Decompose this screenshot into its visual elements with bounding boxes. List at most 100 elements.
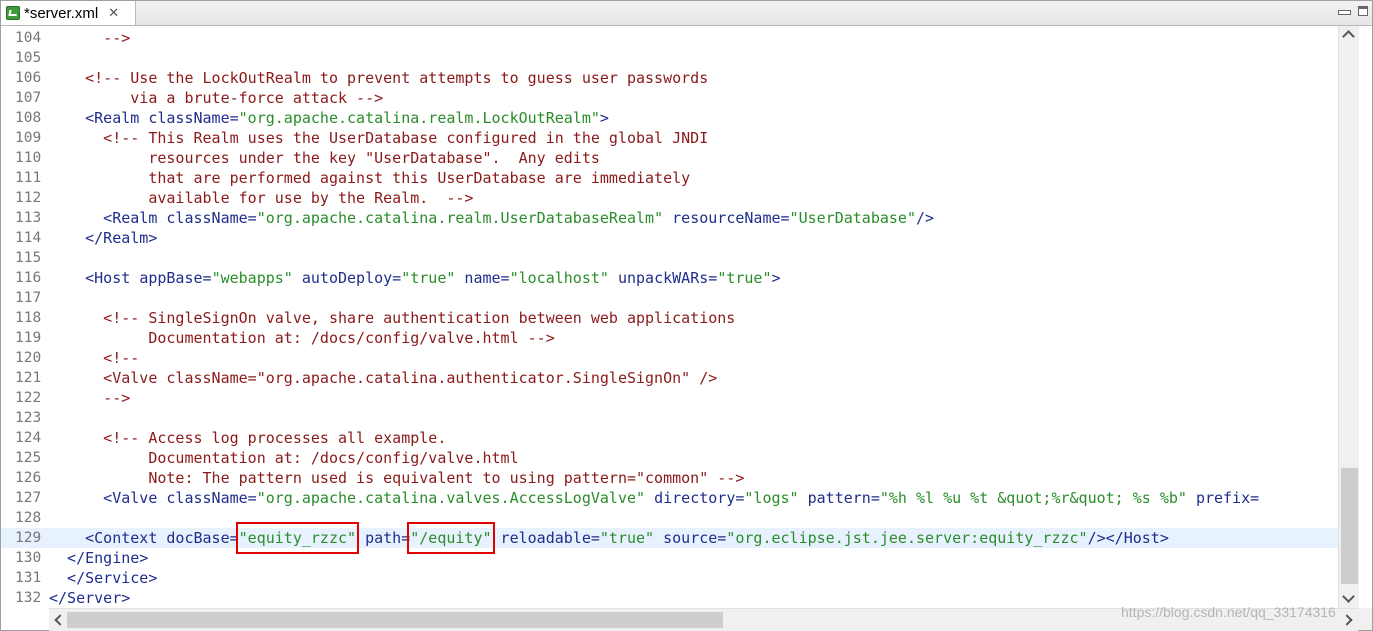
code-token: Documentation at: /docs/config/valve.htm… xyxy=(49,329,555,347)
line-number: 113 xyxy=(15,210,42,226)
line-number: 105 xyxy=(15,50,42,66)
code-token: <!-- Access log processes all example. xyxy=(49,429,447,447)
line-number: 108 xyxy=(15,110,42,126)
code-token: "true" xyxy=(401,269,456,287)
horizontal-scroll-thumb[interactable] xyxy=(67,612,723,628)
minimize-button[interactable] xyxy=(1335,3,1353,21)
code-token: <Valve className="org.apache.catalina.au… xyxy=(49,369,718,387)
code-line[interactable]: 130 </Engine> xyxy=(1,548,1338,568)
line-number: 128 xyxy=(15,510,42,526)
code-text: </Engine> xyxy=(49,548,148,568)
code-text: <Realm className="org.apache.catalina.re… xyxy=(49,108,609,128)
code-line[interactable]: 108 <Realm className="org.apache.catalin… xyxy=(1,108,1338,128)
code-token: --> xyxy=(49,389,131,407)
code-token: prefix= xyxy=(1195,489,1260,507)
code-line[interactable]: 111 that are performed against this User… xyxy=(1,168,1338,188)
code-token: "org.eclipse.jst.jee.server:equity_rzzc" xyxy=(726,529,1088,547)
code-line[interactable]: 114 </Realm> xyxy=(1,228,1338,248)
scrollbar-corner xyxy=(1358,608,1372,630)
code-text: Note: The pattern used is equivalent to … xyxy=(49,468,744,488)
code-line[interactable]: 113 <Realm className="org.apache.catalin… xyxy=(1,208,1338,228)
code-text: </Server> xyxy=(49,588,130,608)
code-line[interactable]: 115 xyxy=(1,248,1338,268)
code-line[interactable]: 112 available for use by the Realm. --> xyxy=(1,188,1338,208)
code-token: Documentation at: /docs/config/valve.htm… xyxy=(49,449,519,467)
scroll-right-icon[interactable] xyxy=(1340,609,1358,631)
code-token: available for use by the Realm. --> xyxy=(49,189,474,207)
code-token: docBase= xyxy=(166,529,239,547)
code-token: <!-- Use the LockOutRealm to prevent att… xyxy=(49,69,709,87)
code-line[interactable]: 119 Documentation at: /docs/config/valve… xyxy=(1,328,1338,348)
code-line[interactable]: 118 <!-- SingleSignOn valve, share authe… xyxy=(1,308,1338,328)
vertical-scrollbar[interactable] xyxy=(1338,26,1359,608)
code-line[interactable]: 128 xyxy=(1,508,1338,528)
code-line[interactable]: 123 xyxy=(1,408,1338,428)
code-line[interactable]: 104 --> xyxy=(1,28,1338,48)
code-line[interactable]: 116 <Host appBase="webapps" autoDeploy="… xyxy=(1,268,1338,288)
code-token: autoDeploy= xyxy=(292,269,402,287)
line-number: 114 xyxy=(15,230,42,246)
code-editor[interactable]: 104 --> 105 106 <!-- Use the LockOutRealm … xyxy=(1,26,1338,608)
code-token: className= xyxy=(166,489,257,507)
code-line[interactable]: 121 <Valve className="org.apache.catalin… xyxy=(1,368,1338,388)
tab-title: *server.xml xyxy=(24,4,99,22)
code-text: <Realm className="org.apache.catalina.re… xyxy=(49,208,934,228)
code-token: that are performed against this UserData… xyxy=(49,169,691,187)
code-line[interactable]: 125 Documentation at: /docs/config/valve… xyxy=(1,448,1338,468)
code-line[interactable]: 124 <!-- Access log processes all exampl… xyxy=(1,428,1338,448)
code-line[interactable]: 127 <Valve className="org.apache.catalin… xyxy=(1,488,1338,508)
code-token: "localhost" xyxy=(509,269,609,287)
code-text: <!-- SingleSignOn valve, share authentic… xyxy=(49,308,735,328)
code-token: </Realm> xyxy=(49,229,158,247)
line-number: 109 xyxy=(15,130,42,146)
close-icon[interactable]: ✕ xyxy=(108,5,119,21)
code-text: available for use by the Realm. --> xyxy=(49,188,473,208)
line-number: 127 xyxy=(15,490,42,506)
code-token: <!-- xyxy=(49,349,140,367)
code-token: </Service> xyxy=(49,569,158,587)
scroll-left-icon[interactable] xyxy=(49,609,67,631)
code-token: --> xyxy=(49,29,131,47)
code-token: "org.apache.catalina.realm.LockOutRealm" xyxy=(238,109,600,127)
line-number: 116 xyxy=(15,270,42,286)
code-token: <Valve xyxy=(49,489,167,507)
code-line[interactable]: 106 <!-- Use the LockOutRealm to prevent… xyxy=(1,68,1338,88)
code-token: "UserDatabase" xyxy=(789,209,916,227)
code-line[interactable]: 110 resources under the key "UserDatabas… xyxy=(1,148,1338,168)
code-line[interactable]: 117 xyxy=(1,288,1338,308)
vertical-scroll-thumb[interactable] xyxy=(1341,468,1358,584)
annotation-box xyxy=(235,522,360,554)
editor-window: *server.xml ✕ 104 --> 105 106 <!-- Use the… xyxy=(0,0,1373,631)
code-token: path= xyxy=(356,529,411,547)
code-line[interactable]: 129 <Context docBase="equity_rzzc" path=… xyxy=(1,528,1338,548)
tab-server-xml[interactable]: *server.xml ✕ xyxy=(1,1,136,25)
line-number: 118 xyxy=(15,310,42,326)
code-token: pattern= xyxy=(798,489,880,507)
code-token: /></Host> xyxy=(1087,529,1169,547)
code-token: className= xyxy=(148,109,239,127)
code-text: that are performed against this UserData… xyxy=(49,168,690,188)
line-number: 122 xyxy=(15,390,42,406)
line-number: 132 xyxy=(15,590,42,606)
code-line[interactable]: 122 --> xyxy=(1,388,1338,408)
code-line[interactable]: 105 xyxy=(1,48,1338,68)
code-line[interactable]: 126 Note: The pattern used is equivalent… xyxy=(1,468,1338,488)
code-line[interactable]: 131 </Service> xyxy=(1,568,1338,588)
scroll-down-icon[interactable] xyxy=(1339,590,1359,608)
code-line[interactable]: 109 <!-- This Realm uses the UserDatabas… xyxy=(1,128,1338,148)
code-line[interactable]: 107 via a brute-force attack --> xyxy=(1,88,1338,108)
code-token: "true" xyxy=(717,269,772,287)
code-line[interactable]: 120 <!-- xyxy=(1,348,1338,368)
maximize-button[interactable] xyxy=(1355,3,1373,21)
line-number: 129 xyxy=(15,530,42,546)
code-token: directory= xyxy=(645,489,745,507)
code-token: "org.apache.catalina.realm.UserDatabaseR… xyxy=(256,209,664,227)
scroll-up-icon[interactable] xyxy=(1339,26,1359,44)
line-number: 107 xyxy=(15,90,42,106)
line-number: 120 xyxy=(15,350,42,366)
code-token: "webapps" xyxy=(211,269,293,287)
line-number: 124 xyxy=(15,430,42,446)
code-text: <!-- This Realm uses the UserDatabase co… xyxy=(49,128,708,148)
code-token: <Host xyxy=(49,269,140,287)
line-number: 112 xyxy=(15,190,42,206)
